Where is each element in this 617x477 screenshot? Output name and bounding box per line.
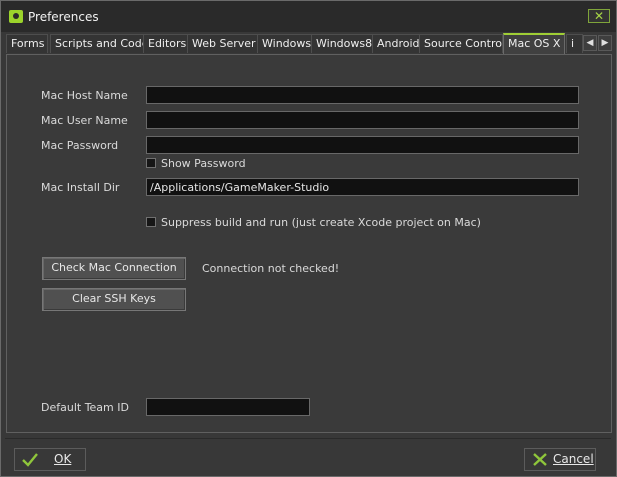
show-password-checkbox[interactable] — [146, 158, 156, 168]
suppress-build-checkbox-row[interactable]: Suppress build and run (just create Xcod… — [146, 215, 481, 229]
close-button[interactable]: ✕ — [588, 9, 610, 23]
tab-source-control[interactable]: Source Control — [419, 34, 503, 53]
clear-ssh-keys-button[interactable]: Clear SSH Keys — [42, 288, 186, 311]
tab-editors[interactable]: Editors — [143, 34, 188, 53]
mac-password-label: Mac Password — [41, 139, 119, 152]
tab-windows[interactable]: Windows — [257, 34, 312, 53]
mac-install-dir-label: Mac Install Dir — [41, 181, 120, 194]
mac-host-name-label: Mac Host Name — [41, 89, 128, 102]
suppress-build-checkbox[interactable] — [146, 217, 156, 227]
tab-scroll-right-icon[interactable]: ▶ — [598, 35, 612, 51]
title-bar[interactable]: Preferences ✕ — [1, 1, 616, 32]
mac-password-input[interactable] — [146, 136, 579, 154]
gamemaker-logo-icon — [9, 10, 23, 23]
preferences-window: Preferences ✕ Forms Scripts and Code Edi… — [0, 0, 617, 477]
tab-web-server[interactable]: Web Server — [187, 34, 258, 53]
window-title: Preferences — [28, 10, 99, 24]
check-mac-connection-button[interactable]: Check Mac Connection — [42, 257, 186, 280]
ok-button-label: OK — [54, 452, 72, 466]
tab-bar: Forms Scripts and Code Editors Web Serve… — [6, 33, 612, 54]
mac-user-name-label: Mac User Name — [41, 114, 128, 127]
cancel-button-label: Cancel — [553, 452, 594, 466]
cross-icon — [533, 453, 547, 466]
mac-host-name-input[interactable] — [146, 86, 579, 104]
ok-button[interactable]: OK — [14, 448, 86, 471]
mac-install-dir-input[interactable] — [146, 178, 579, 196]
show-password-checkbox-row[interactable]: Show Password — [146, 156, 246, 170]
connection-status-text: Connection not checked! — [202, 262, 340, 275]
tab-ios-partial[interactable]: i — [566, 34, 583, 53]
tab-android[interactable]: Android — [372, 34, 420, 53]
tab-mac-os-x[interactable]: Mac OS X — [503, 33, 565, 54]
cancel-button[interactable]: Cancel — [524, 448, 596, 471]
tab-forms[interactable]: Forms — [6, 34, 48, 53]
tab-windows8[interactable]: Windows8 — [311, 34, 373, 53]
show-password-label: Show Password — [161, 156, 246, 170]
default-team-id-input[interactable] — [146, 398, 310, 416]
tab-scripts-and-code[interactable]: Scripts and Code — [50, 34, 144, 53]
checkmark-icon — [22, 453, 38, 467]
tab-scroll-left-icon[interactable]: ◀ — [583, 35, 597, 51]
mac-os-x-settings-panel: Mac Host Name Mac User Name Mac Password… — [6, 54, 612, 433]
footer-divider — [5, 438, 611, 439]
mac-user-name-input[interactable] — [146, 111, 579, 129]
default-team-id-label: Default Team ID — [41, 401, 129, 414]
suppress-build-label: Suppress build and run (just create Xcod… — [161, 215, 481, 229]
